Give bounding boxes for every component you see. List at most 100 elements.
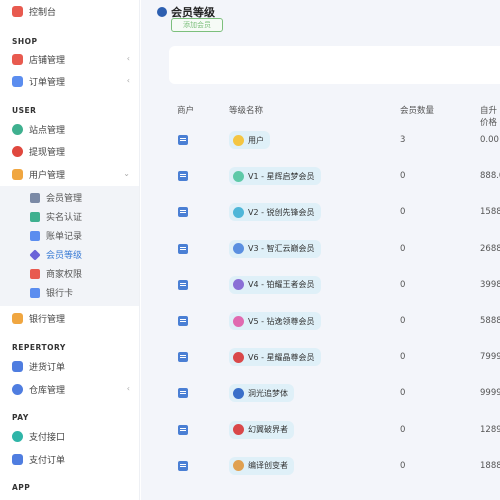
- sidebar-item-order-manage[interactable]: 订单管理 ‹: [0, 70, 139, 92]
- merchant-icon: [178, 171, 188, 182]
- sidebar: 控制台 SHOP 店铺管理 ‹ 订单管理 ‹ USER 站点管理 提现管理 用户…: [0, 0, 140, 500]
- upgrade-price: 9999: [480, 388, 500, 399]
- level-name: V5 - 钻逸领尊会员: [248, 316, 315, 326]
- chevron-left-icon: ‹: [126, 54, 130, 63]
- level-name: 洞光追梦体: [248, 388, 288, 398]
- member-count: 0: [400, 460, 406, 471]
- sidebar-item-label: 订单管理: [29, 77, 66, 88]
- level-name-tag: V5 - 钻逸领尊会员: [229, 312, 321, 330]
- level-name: 编译创变者: [248, 461, 288, 471]
- sidebar-item-label: 支付订单: [29, 455, 66, 466]
- sidebar-item-withdraw-manage[interactable]: 提现管理: [0, 140, 139, 162]
- site-icon: [12, 123, 23, 135]
- sidebar-item-warehouse-manage[interactable]: 仓库管理 ‹: [0, 378, 139, 400]
- level-badge-icon: [233, 243, 244, 255]
- column-header-merchant: 商户: [177, 106, 195, 116]
- member-level-icon: [157, 7, 167, 17]
- sidebar-item-shop-manage[interactable]: 店铺管理 ‹: [0, 48, 139, 70]
- submenu-item-real-name[interactable]: 实名认证: [0, 207, 139, 226]
- sidebar-item-user-manage[interactable]: 用户管理 ⌄: [0, 163, 139, 185]
- level-name-tag: 洞光追梦体: [229, 384, 294, 403]
- submenu-item-bill-record[interactable]: 账单记录: [0, 226, 139, 245]
- dashboard-icon: [12, 5, 23, 17]
- section-app: APP: [12, 483, 31, 492]
- sidebar-item-label: 站点管理: [29, 125, 66, 136]
- sidebar-item-label: 进货订单: [29, 362, 66, 373]
- sidebar-item-pay-interface[interactable]: 支付接口: [0, 425, 139, 447]
- sidebar-item-dashboard[interactable]: 控制台: [0, 0, 139, 22]
- upgrade-price: 3998: [480, 279, 500, 290]
- upgrade-price: 5888: [480, 316, 500, 326]
- add-member-button[interactable]: 添加会员: [171, 18, 223, 32]
- sidebar-item-label: 银行管理: [29, 314, 66, 325]
- submenu-item-label: 账单记录: [46, 232, 83, 242]
- submenu-item-merchant-permission[interactable]: 商家权限: [0, 264, 139, 283]
- column-header-level-name: 等级名称: [229, 106, 264, 116]
- level-name-tag: V6 - 星耀晶尊会员: [229, 348, 321, 367]
- section-user: USER: [12, 106, 37, 115]
- submenu-item-label: 会员管理: [46, 194, 83, 204]
- submenu-item-label: 商家权限: [46, 270, 83, 280]
- member-count: 0: [400, 388, 406, 399]
- upgrade-price: 1888: [480, 460, 500, 471]
- level-name-tag: V3 - 智汇云巅会员: [229, 239, 321, 258]
- sidebar-item-label: 仓库管理: [29, 385, 66, 396]
- level-badge-icon: [233, 134, 244, 146]
- level-name-tag: 用户: [229, 131, 270, 149]
- level-name: V1 - 星辉启梦会员: [248, 171, 315, 181]
- merchant-icon: [178, 352, 188, 363]
- chevron-left-icon: ‹: [126, 76, 130, 85]
- purchase-icon: [12, 360, 23, 372]
- member-count: 0: [400, 171, 406, 182]
- id-card-icon: [30, 211, 40, 222]
- pay-order-icon: [12, 453, 23, 465]
- submenu-item-bank-card[interactable]: 银行卡: [0, 283, 139, 302]
- member-count: 0: [400, 279, 406, 290]
- column-header-member-count: 会员数量: [400, 106, 435, 116]
- level-name-tag: V4 - 铂耀王者会员: [229, 275, 321, 294]
- member-count: 0: [400, 316, 406, 326]
- submenu-item-label: 会员等级: [46, 251, 83, 261]
- level-badge-icon: [233, 206, 244, 218]
- member-icon: [30, 192, 40, 203]
- merchant-icon: [178, 316, 188, 326]
- level-badge-icon: [233, 315, 244, 327]
- sidebar-item-purchase-order[interactable]: 进货订单: [0, 355, 139, 377]
- column-header-upgrade-price: 自升价格: [480, 106, 498, 128]
- upgrade-price: 1588: [480, 207, 500, 218]
- warehouse-icon: [12, 383, 23, 395]
- submenu-item-member-manage[interactable]: 会员管理: [0, 188, 139, 207]
- level-name-tag: 编译创变者: [229, 456, 294, 475]
- sidebar-item-label: 店铺管理: [29, 55, 66, 66]
- merchant-icon: [178, 243, 188, 254]
- level-name: 幻翼破界者: [248, 425, 288, 435]
- sidebar-item-label: 提现管理: [29, 147, 66, 158]
- level-name-tag: V1 - 星辉启梦会员: [229, 167, 321, 186]
- level-badge-icon: [233, 424, 244, 436]
- level-name-tag: V2 - 锐创先锋会员: [229, 203, 321, 222]
- upgrade-price: 888.0: [480, 171, 500, 182]
- level-name: V6 - 星耀晶尊会员: [248, 352, 315, 362]
- upgrade-price: 2688: [480, 243, 500, 254]
- upgrade-price: 0.00: [480, 135, 499, 145]
- submenu-item-label: 银行卡: [46, 289, 74, 299]
- sidebar-item-site-manage[interactable]: 站点管理: [0, 118, 139, 140]
- member-count: 0: [400, 243, 406, 254]
- member-count: 0: [400, 424, 406, 435]
- submenu-item-label: 实名认证: [46, 213, 83, 223]
- sidebar-item-label: 支付接口: [29, 432, 66, 443]
- permission-icon: [30, 268, 40, 279]
- section-repertory: REPERTORY: [12, 343, 66, 352]
- sidebar-item-label: 用户管理: [29, 170, 66, 181]
- merchant-icon: [178, 279, 188, 290]
- filter-card: [169, 46, 500, 84]
- level-name: V3 - 智汇云巅会员: [248, 244, 315, 254]
- level-name: V2 - 锐创先锋会员: [248, 207, 315, 217]
- bill-icon: [30, 230, 40, 241]
- level-name: 用户: [248, 135, 264, 145]
- chevron-down-icon: ⌄: [123, 169, 130, 178]
- submenu-item-member-level[interactable]: 会员等级: [0, 245, 139, 264]
- merchant-icon: [178, 424, 188, 435]
- sidebar-item-bank-manage[interactable]: 银行管理: [0, 307, 139, 329]
- sidebar-item-pay-order[interactable]: 支付订单: [0, 448, 139, 470]
